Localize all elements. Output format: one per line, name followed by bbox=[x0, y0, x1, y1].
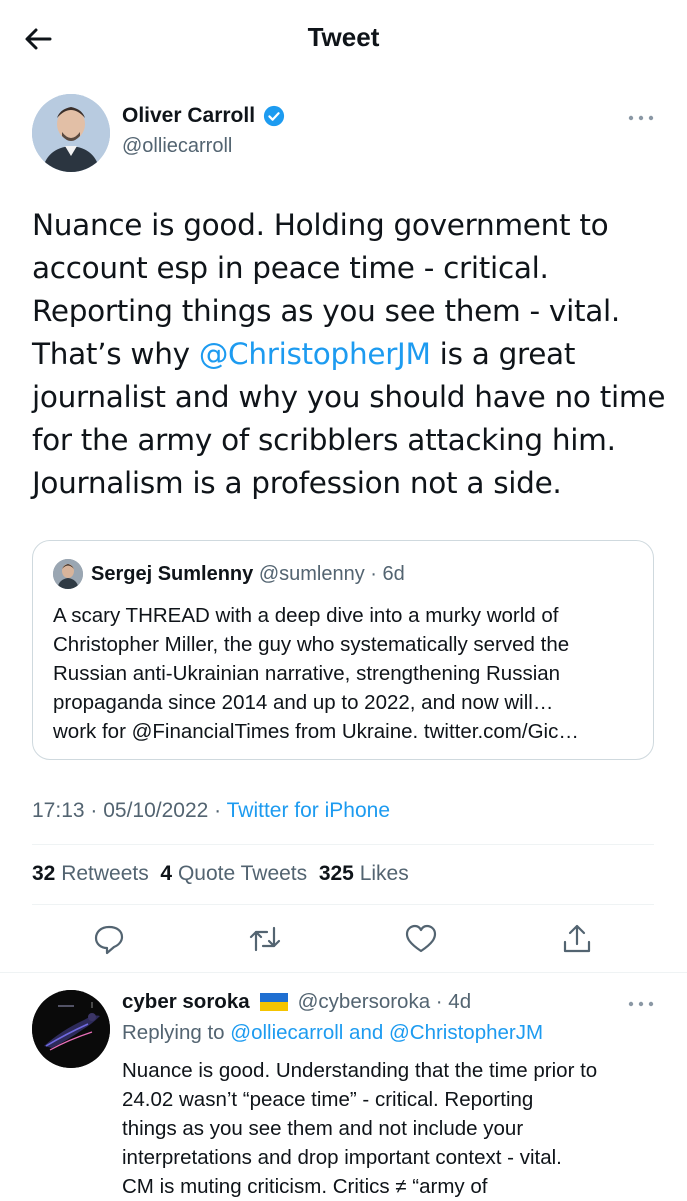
reply-line: interpretations and drop important conte… bbox=[122, 1146, 562, 1169]
quoted-line: work for @FinancialTimes from Ukraine. t… bbox=[53, 720, 579, 743]
more-horizontal-icon bbox=[628, 115, 654, 121]
avatar-image bbox=[32, 990, 110, 1068]
quoted-line: propaganda since 2014 and up to 2022, an… bbox=[53, 691, 554, 714]
likes-count: 325 bbox=[318, 862, 354, 885]
tweet-line-part: That’s why bbox=[32, 337, 199, 371]
reply-author-name[interactable]: cyber soroka bbox=[122, 990, 250, 1014]
replying-prefix: Replying to bbox=[122, 1021, 231, 1044]
avatar-image bbox=[32, 94, 110, 172]
time-date: 17:13 · 05/10/2022 · bbox=[32, 799, 227, 822]
tweet-line-part: is a great bbox=[430, 337, 576, 371]
share-button[interactable] bbox=[560, 922, 594, 956]
reply-author-avatar[interactable] bbox=[32, 990, 110, 1068]
divider bbox=[32, 844, 654, 845]
reply-text: Nuance is good. Understanding that the t… bbox=[122, 1056, 662, 1201]
retweet-button[interactable] bbox=[248, 922, 282, 956]
replying-mention-1[interactable]: @olliecarroll bbox=[230, 1021, 343, 1044]
quotes-label: Quote Tweets bbox=[172, 862, 313, 885]
reply-button[interactable] bbox=[92, 922, 126, 956]
reply-line: things as you see them and not include y… bbox=[122, 1117, 524, 1140]
reply-handle-time[interactable]: @cybersoroka · 4d bbox=[298, 990, 472, 1014]
avatar-image bbox=[53, 559, 83, 589]
quoted-handle-time: @sumlenny · 6d bbox=[258, 563, 405, 585]
quoted-line: Christopher Miller, the guy who systemat… bbox=[53, 633, 570, 656]
quoted-text: A scary THREAD with a deep dive into a m… bbox=[53, 601, 643, 746]
client-app-link[interactable]: Twitter for iPhone bbox=[227, 799, 390, 822]
reply-line: Nuance is good. Understanding that the t… bbox=[122, 1059, 598, 1082]
more-options-button[interactable] bbox=[626, 108, 656, 128]
tweet-text: Nuance is good. Holding government to ac… bbox=[32, 204, 666, 505]
quotes-count: 4 bbox=[160, 862, 173, 885]
quotes-stat[interactable]: 4 Quote Tweets bbox=[160, 862, 313, 885]
share-icon bbox=[563, 924, 591, 953]
engagement-stats: 32 Retweets 4 Quote Tweets 325 Likes bbox=[32, 862, 409, 886]
tweet-line: Journalism is a profession not a side. bbox=[32, 466, 562, 500]
author-handle[interactable]: @olliecarroll bbox=[122, 135, 232, 158]
divider bbox=[32, 904, 654, 905]
retweets-label: Retweets bbox=[55, 862, 155, 885]
tweet-line: account esp in peace time - critical. bbox=[32, 251, 549, 285]
mention-link[interactable]: @ChristopherJM bbox=[199, 337, 431, 371]
reply-header: cyber soroka @cybersoroka · 4d bbox=[122, 990, 471, 1014]
likes-stat[interactable]: 325 Likes bbox=[319, 862, 409, 885]
tweet-timestamp: 17:13 · 05/10/2022 · Twitter for iPhone bbox=[32, 799, 390, 823]
tweet-line-with-mention: That’s why @ChristopherJM is a great bbox=[32, 333, 662, 376]
tweet-line: Reporting things as you see them - vital… bbox=[32, 294, 620, 328]
tweet-line: Nuance is good. Holding government to bbox=[32, 208, 609, 242]
replying-mention-2[interactable]: @ChristopherJM bbox=[389, 1021, 543, 1044]
author-name-row[interactable]: Oliver Carroll bbox=[122, 104, 285, 128]
like-icon bbox=[405, 924, 437, 953]
tweet-line: for the army of scribblers attacking him… bbox=[32, 423, 616, 457]
verified-badge-icon bbox=[263, 105, 285, 127]
section-divider bbox=[0, 972, 687, 973]
reply-more-options-button[interactable] bbox=[626, 994, 656, 1014]
like-button[interactable] bbox=[404, 922, 438, 956]
quoted-header: Sergej Sumlenny @sumlenny · 6d bbox=[91, 563, 405, 586]
likes-label: Likes bbox=[353, 862, 409, 885]
retweets-stat[interactable]: 32 Retweets bbox=[32, 862, 155, 885]
tweet-line: journalist and why you should have no ti… bbox=[32, 380, 666, 414]
quoted-avatar bbox=[53, 559, 83, 589]
replying-to: Replying to @olliecarroll and @Christoph… bbox=[122, 1021, 543, 1045]
retweets-count: 32 bbox=[32, 862, 56, 885]
reply-line: 24.02 wasn’t “peace time” - critical. Re… bbox=[122, 1088, 534, 1111]
author-name[interactable]: Oliver Carroll bbox=[122, 104, 255, 128]
ukraine-flag-icon bbox=[259, 993, 288, 1011]
retweet-icon bbox=[249, 926, 281, 952]
page-title: Tweet bbox=[307, 22, 380, 52]
reply-line: CM is muting criticism. Critics ≠ “army … bbox=[122, 1175, 488, 1198]
reply-icon bbox=[94, 925, 124, 955]
more-horizontal-icon bbox=[628, 1001, 654, 1007]
quoted-line: A scary THREAD with a deep dive into a m… bbox=[53, 604, 559, 627]
quoted-tweet-card[interactable]: Sergej Sumlenny @sumlenny · 6d A scary T… bbox=[32, 540, 654, 760]
quoted-author-name: Sergej Sumlenny bbox=[91, 563, 254, 585]
quoted-line: Russian anti-Ukrainian narrative, streng… bbox=[53, 662, 561, 685]
replying-and: and bbox=[343, 1021, 389, 1044]
author-avatar[interactable] bbox=[32, 94, 110, 172]
